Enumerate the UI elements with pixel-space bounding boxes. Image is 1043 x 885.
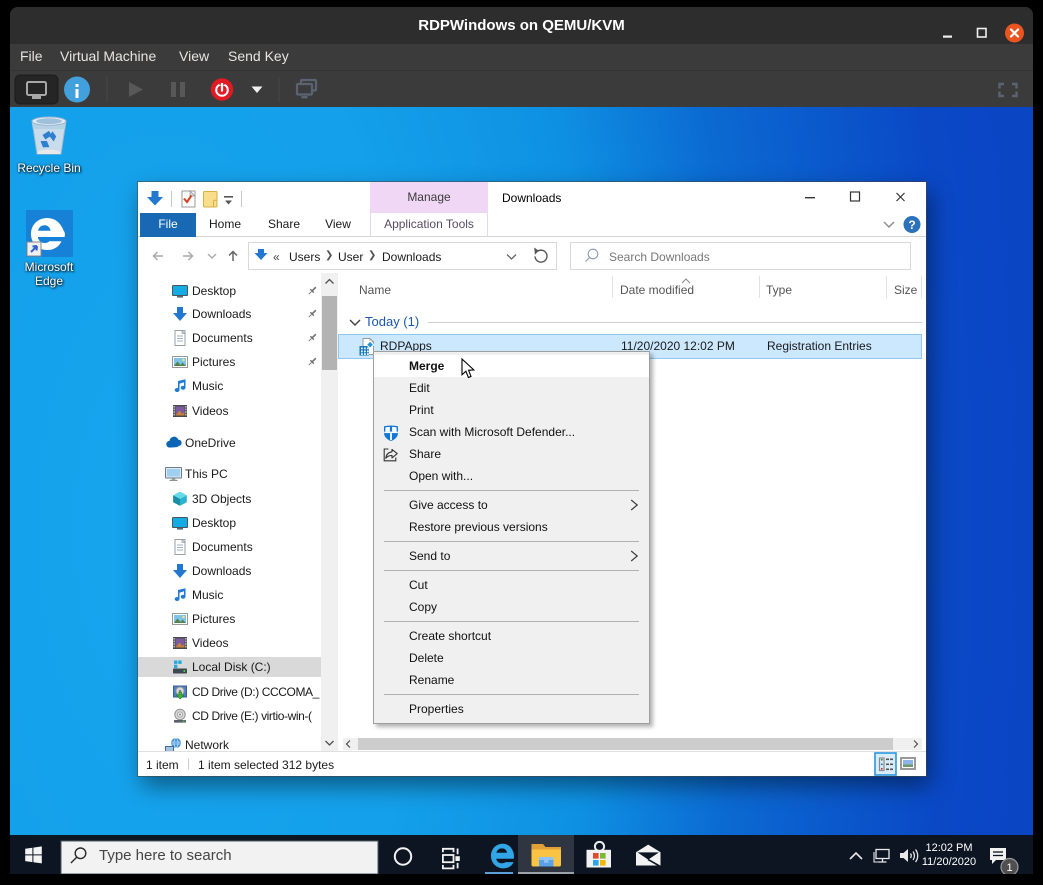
svg-text:1: 1 xyxy=(1006,862,1012,874)
svg-text:?: ? xyxy=(908,218,915,232)
